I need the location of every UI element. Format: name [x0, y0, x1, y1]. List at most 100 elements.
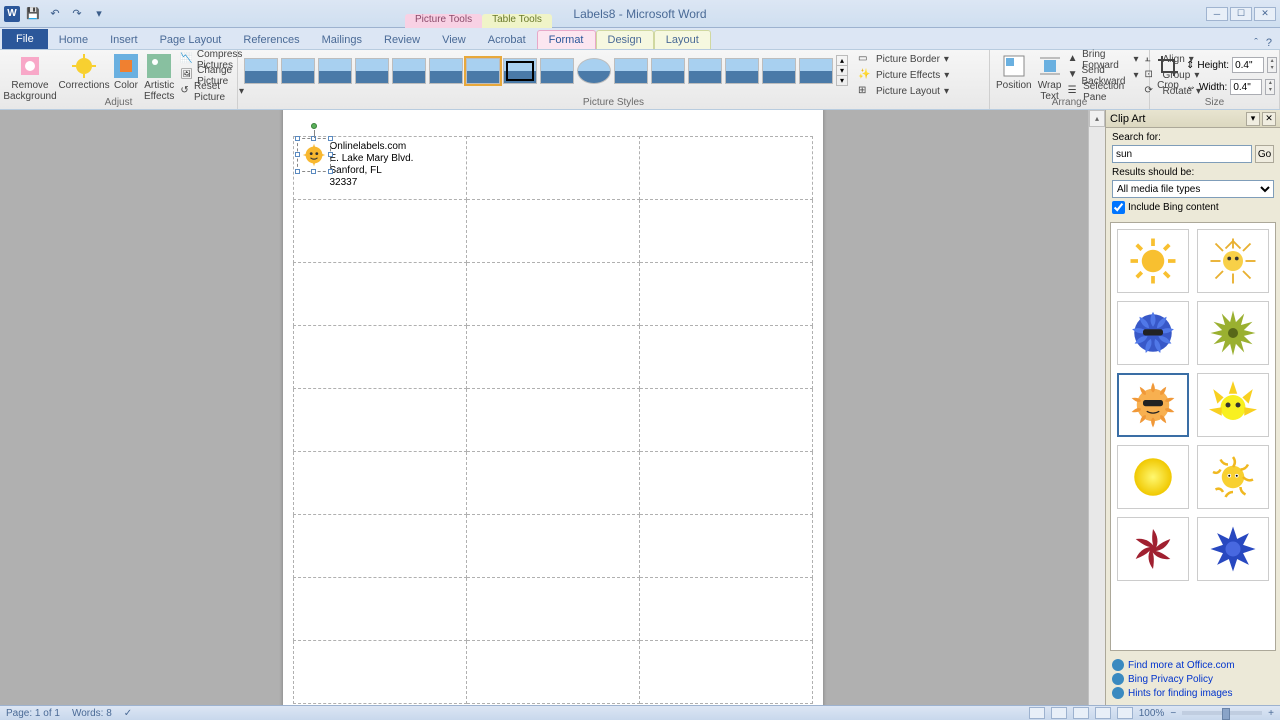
label-cell[interactable] [639, 137, 812, 200]
clipart-result[interactable] [1117, 301, 1189, 365]
position-button[interactable]: Position [996, 52, 1032, 91]
width-input[interactable] [1230, 79, 1262, 95]
rotate-handle[interactable] [311, 123, 317, 129]
label-cell[interactable]: Onlinelabels.com E. Lake Mary Blvd. Sanf… [293, 137, 466, 200]
tab-file[interactable]: File [2, 29, 48, 49]
label-cell[interactable] [466, 137, 639, 200]
undo-icon[interactable]: ↶ [46, 5, 64, 23]
pane-close-icon[interactable]: ✕ [1262, 112, 1276, 126]
style-item[interactable] [281, 58, 315, 84]
tab-review[interactable]: Review [373, 31, 431, 49]
clipart-results[interactable] [1110, 222, 1276, 651]
zoom-in-icon[interactable]: + [1268, 708, 1274, 719]
address-text[interactable]: Onlinelabels.com E. Lake Mary Blvd. Sanf… [330, 141, 414, 189]
tab-mailings[interactable]: Mailings [311, 31, 373, 49]
crop-button[interactable]: Crop [1156, 52, 1180, 91]
label-cell[interactable] [293, 389, 466, 452]
status-page[interactable]: Page: 1 of 1 [6, 708, 60, 719]
label-cell[interactable] [466, 326, 639, 389]
clipart-result[interactable] [1117, 229, 1189, 293]
corrections-button[interactable]: Corrections [60, 52, 108, 91]
view-full-screen[interactable] [1051, 707, 1067, 719]
pane-dropdown-icon[interactable]: ▾ [1246, 112, 1260, 126]
link-privacy[interactable]: Bing Privacy Policy [1112, 673, 1274, 685]
status-words[interactable]: Words: 8 [72, 708, 112, 719]
style-item[interactable] [614, 58, 648, 84]
artistic-effects-button[interactable]: Artistic Effects [144, 52, 174, 102]
height-spinner[interactable]: ▴▾ [1267, 57, 1277, 73]
zoom-slider[interactable] [1182, 711, 1262, 715]
label-cell[interactable] [466, 200, 639, 263]
scroll-up-icon[interactable]: ▴ [1089, 110, 1105, 127]
label-cell[interactable] [639, 389, 812, 452]
width-spinner[interactable]: ▴▾ [1265, 79, 1275, 95]
color-button[interactable]: Color [114, 52, 138, 91]
clipart-result[interactable] [1197, 373, 1269, 437]
minimize-button[interactable]: ─ [1206, 7, 1228, 21]
tab-references[interactable]: References [232, 31, 310, 49]
style-item[interactable] [799, 58, 833, 84]
view-print-layout[interactable] [1029, 707, 1045, 719]
view-outline[interactable] [1095, 707, 1111, 719]
style-item[interactable] [688, 58, 722, 84]
picture-effects-button[interactable]: ✨Picture Effects ▾ [858, 68, 949, 83]
style-item[interactable] [725, 58, 759, 84]
qat-more-icon[interactable]: ▾ [90, 5, 108, 23]
tab-acrobat[interactable]: Acrobat [477, 31, 537, 49]
label-cell[interactable] [293, 578, 466, 641]
clipart-result[interactable] [1197, 229, 1269, 293]
gallery-down-icon[interactable]: ▾ [837, 65, 847, 75]
clipart-result[interactable] [1197, 301, 1269, 365]
tab-design[interactable]: Design [596, 30, 654, 49]
help-icon[interactable]: ? [1266, 37, 1272, 49]
view-draft[interactable] [1117, 707, 1133, 719]
label-cell[interactable] [293, 452, 466, 515]
label-cell[interactable] [466, 578, 639, 641]
include-bing-checkbox[interactable] [1112, 201, 1125, 214]
zoom-level[interactable]: 100% [1139, 708, 1165, 719]
style-item[interactable] [318, 58, 352, 84]
clipart-result-selected[interactable] [1117, 373, 1189, 437]
spellcheck-icon[interactable]: ✓ [124, 708, 132, 719]
label-cell[interactable] [293, 200, 466, 263]
label-cell[interactable] [639, 578, 812, 641]
gallery-up-icon[interactable]: ▴ [837, 56, 847, 65]
selected-clipart[interactable] [300, 141, 328, 169]
style-item[interactable] [540, 58, 574, 84]
style-item[interactable] [651, 58, 685, 84]
save-icon[interactable]: 💾 [24, 5, 42, 23]
maximize-button[interactable]: ☐ [1230, 7, 1252, 21]
vertical-scrollbar[interactable]: ▴ [1088, 110, 1105, 705]
label-cell[interactable] [466, 515, 639, 578]
clipart-result[interactable] [1117, 445, 1189, 509]
tab-layout[interactable]: Layout [654, 30, 711, 49]
label-cell[interactable] [466, 389, 639, 452]
label-cell[interactable] [466, 263, 639, 326]
view-web-layout[interactable] [1073, 707, 1089, 719]
style-item[interactable] [392, 58, 426, 84]
label-cell[interactable] [639, 641, 812, 704]
label-cell[interactable] [466, 641, 639, 704]
tab-insert[interactable]: Insert [99, 31, 149, 49]
label-cell[interactable] [293, 641, 466, 704]
close-button[interactable]: ✕ [1254, 7, 1276, 21]
gallery-more-icon[interactable]: ▾ [837, 75, 847, 85]
document-area[interactable]: Onlinelabels.com E. Lake Mary Blvd. Sanf… [0, 110, 1105, 705]
media-type-select[interactable]: All media file types [1112, 180, 1274, 198]
label-cell[interactable] [639, 200, 812, 263]
zoom-out-icon[interactable]: − [1170, 708, 1176, 719]
style-item[interactable] [503, 58, 537, 84]
label-cell[interactable] [639, 263, 812, 326]
tab-home[interactable]: Home [48, 31, 99, 49]
label-cell[interactable] [293, 263, 466, 326]
label-cell[interactable] [639, 452, 812, 515]
style-item[interactable] [466, 58, 500, 84]
link-find-more[interactable]: Find more at Office.com [1112, 659, 1274, 671]
style-item[interactable] [577, 58, 611, 84]
go-button[interactable]: Go [1255, 145, 1274, 163]
minimize-ribbon-icon[interactable]: ˆ [1254, 37, 1258, 49]
clipart-result[interactable] [1117, 517, 1189, 581]
search-input[interactable] [1112, 145, 1252, 163]
clipart-result[interactable] [1197, 517, 1269, 581]
link-hints[interactable]: Hints for finding images [1112, 687, 1274, 699]
